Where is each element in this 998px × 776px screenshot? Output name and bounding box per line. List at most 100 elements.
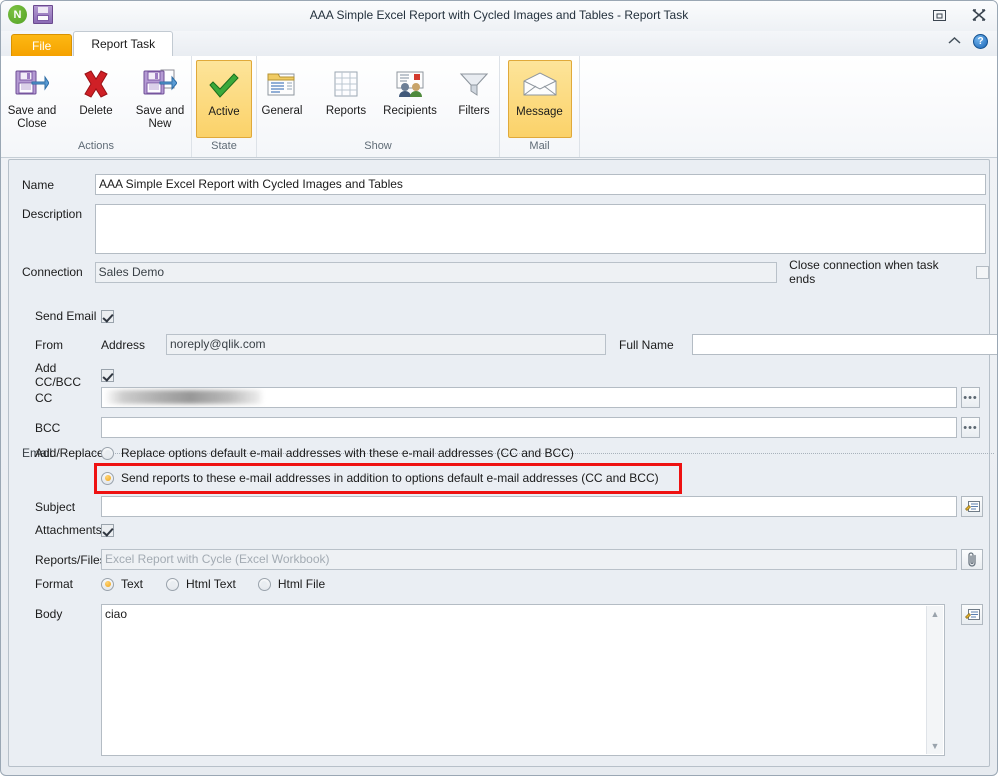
ribbon-group-mail: Message Mail <box>500 56 580 157</box>
field-row-cc: CC ••• <box>22 387 980 408</box>
description-textarea[interactable] <box>95 204 986 254</box>
close-connection-checkbox[interactable] <box>976 265 989 279</box>
name-input[interactable]: AAA Simple Excel Report with Cycled Imag… <box>95 174 986 195</box>
label-add-ccbcc: Add CC/BCC <box>35 361 82 389</box>
ribbon-item-filters[interactable]: Filters <box>443 60 505 118</box>
ribbon-item-save-and-new[interactable]: Save and New <box>129 60 191 131</box>
ribbon: Save and Close Delete Save and New Actio… <box>1 56 997 158</box>
ribbon-group-mail-items: Message <box>507 56 572 139</box>
bcc-input[interactable] <box>101 417 957 438</box>
reports-files-attach-button[interactable] <box>961 549 983 570</box>
field-row-format: Format Text Html Text Html File <box>22 577 325 591</box>
body-scroll-down-arrow[interactable]: ▼ <box>931 738 940 754</box>
field-row-connection: Connection Sales Demo Close connection w… <box>22 258 989 286</box>
label-attachments: Attachments <box>35 523 102 537</box>
ribbon-item-delete[interactable]: Delete <box>65 60 127 118</box>
label-subject: Subject <box>35 499 76 514</box>
body-insert-tag-button[interactable] <box>961 604 983 625</box>
recipients-people-icon <box>394 67 426 101</box>
ribbon-group-state-items: Active <box>196 56 252 139</box>
connection-input[interactable]: Sales Demo <box>94 261 778 283</box>
subject-input[interactable] <box>101 496 957 517</box>
radio-format-html-file-label: Html File <box>277 577 326 591</box>
field-row-add-ccbcc: Add CC/BCC <box>22 361 114 389</box>
from-fullname-input[interactable] <box>692 334 997 355</box>
label-add-replace: Add/Replace <box>35 446 104 460</box>
tab-report-task[interactable]: Report Task <box>73 31 174 56</box>
field-row-body: Body ciao ▲ ▼ <box>22 604 983 756</box>
window-controls <box>929 6 989 24</box>
label-description: Description <box>22 207 83 221</box>
field-row-add-replace-second: Send reports to these e-mail addresses i… <box>22 471 659 485</box>
label-send-email: Send Email <box>35 309 97 323</box>
field-row-from: From Address noreply@qlik.com Full Name <box>22 334 997 355</box>
ribbon-filler <box>580 56 997 157</box>
chevron-up-icon[interactable] <box>948 36 961 48</box>
reports-table-icon <box>333 67 359 101</box>
radio-format-text[interactable] <box>101 577 114 591</box>
field-row-description: Description <box>22 204 986 254</box>
ribbon-right-buttons: ? <box>948 34 988 49</box>
tab-file[interactable]: File <box>11 34 73 56</box>
field-row-bcc: BCC ••• <box>22 417 980 438</box>
ribbon-tab-strip: File Report Task ? <box>1 31 997 56</box>
field-row-name: Name AAA Simple Excel Report with Cycled… <box>22 174 986 195</box>
reports-files-input[interactable]: Excel Report with Cycle (Excel Workbook) <box>101 549 957 570</box>
label-format: Format <box>35 577 74 591</box>
label-address: Address <box>101 337 146 352</box>
general-document-icon <box>267 67 297 101</box>
subject-insert-tag-button[interactable] <box>961 496 983 517</box>
restore-window-icon[interactable] <box>929 6 949 24</box>
ribbon-group-show: General Reports Recipients Filters Show <box>257 56 500 157</box>
bcc-browse-button[interactable]: ••• <box>961 417 980 438</box>
radio-replace-addresses[interactable] <box>101 446 114 460</box>
ribbon-item-active[interactable]: Active <box>196 60 252 138</box>
report-task-window: N AAA Simple Excel Report with Cycled Im… <box>0 0 998 776</box>
help-icon[interactable]: ? <box>973 34 988 49</box>
label-cc: CC <box>35 390 53 405</box>
label-body: Body <box>35 607 63 621</box>
label-name: Name <box>22 177 55 192</box>
ribbon-group-label-actions: Actions <box>77 139 115 152</box>
ribbon-group-label-state: State <box>211 139 237 152</box>
ribbon-item-label-line1: Recipients <box>383 105 437 117</box>
radio-format-html-text[interactable] <box>166 577 180 591</box>
ribbon-item-general[interactable]: General <box>251 60 313 118</box>
cc-browse-button[interactable]: ••• <box>961 387 980 408</box>
ribbon-item-recipients[interactable]: Recipients <box>379 60 441 118</box>
label-full-name: Full Name <box>619 337 674 352</box>
ribbon-item-message[interactable]: Message <box>507 60 572 138</box>
label-close-connection: Close connection when task ends <box>789 258 939 286</box>
field-row-send-email: Send Email <box>22 309 114 323</box>
title-bar: N AAA Simple Excel Report with Cycled Im… <box>1 1 997 31</box>
body-text: ciao <box>105 607 128 621</box>
field-row-subject: Subject <box>22 496 983 517</box>
from-address-input[interactable]: noreply@qlik.com <box>166 334 606 355</box>
ribbon-item-label-line1: Reports <box>325 105 367 117</box>
tab-list: File Report Task <box>11 31 174 56</box>
filter-funnel-icon <box>459 67 489 101</box>
radio-send-in-addition-label: Send reports to these e-mail addresses i… <box>121 471 659 485</box>
field-row-add-replace: Add/Replace Replace options default e-ma… <box>22 446 574 460</box>
body-textarea[interactable]: ciao ▲ ▼ <box>101 604 945 756</box>
delete-x-icon <box>80 67 112 101</box>
body-scroll-up-arrow[interactable]: ▲ <box>931 606 940 622</box>
cc-input[interactable] <box>101 387 957 408</box>
ribbon-item-reports[interactable]: Reports <box>315 60 377 118</box>
ribbon-item-label-line1: Message <box>516 106 563 118</box>
radio-format-text-label: Text <box>121 577 144 591</box>
attachments-checkbox[interactable] <box>101 523 114 537</box>
ribbon-group-state: Active State <box>192 56 257 157</box>
ribbon-item-save-and-close[interactable]: Save and Close <box>1 60 63 131</box>
send-email-checkbox[interactable] <box>101 309 114 323</box>
ribbon-group-label-mail: Mail <box>529 139 550 152</box>
field-row-reports-files: Reports/Files Excel Report with Cycle (E… <box>22 549 983 570</box>
add-ccbcc-checkbox[interactable] <box>101 368 114 382</box>
radio-replace-addresses-label: Replace options default e-mail addresses… <box>121 446 574 460</box>
radio-send-in-addition[interactable] <box>101 471 114 485</box>
radio-format-html-file[interactable] <box>257 577 271 591</box>
label-bcc: BCC <box>35 420 61 435</box>
ribbon-item-label-line1: General <box>261 105 303 117</box>
body-scrollbar[interactable]: ▲ ▼ <box>926 606 943 754</box>
close-window-icon[interactable] <box>969 6 989 24</box>
